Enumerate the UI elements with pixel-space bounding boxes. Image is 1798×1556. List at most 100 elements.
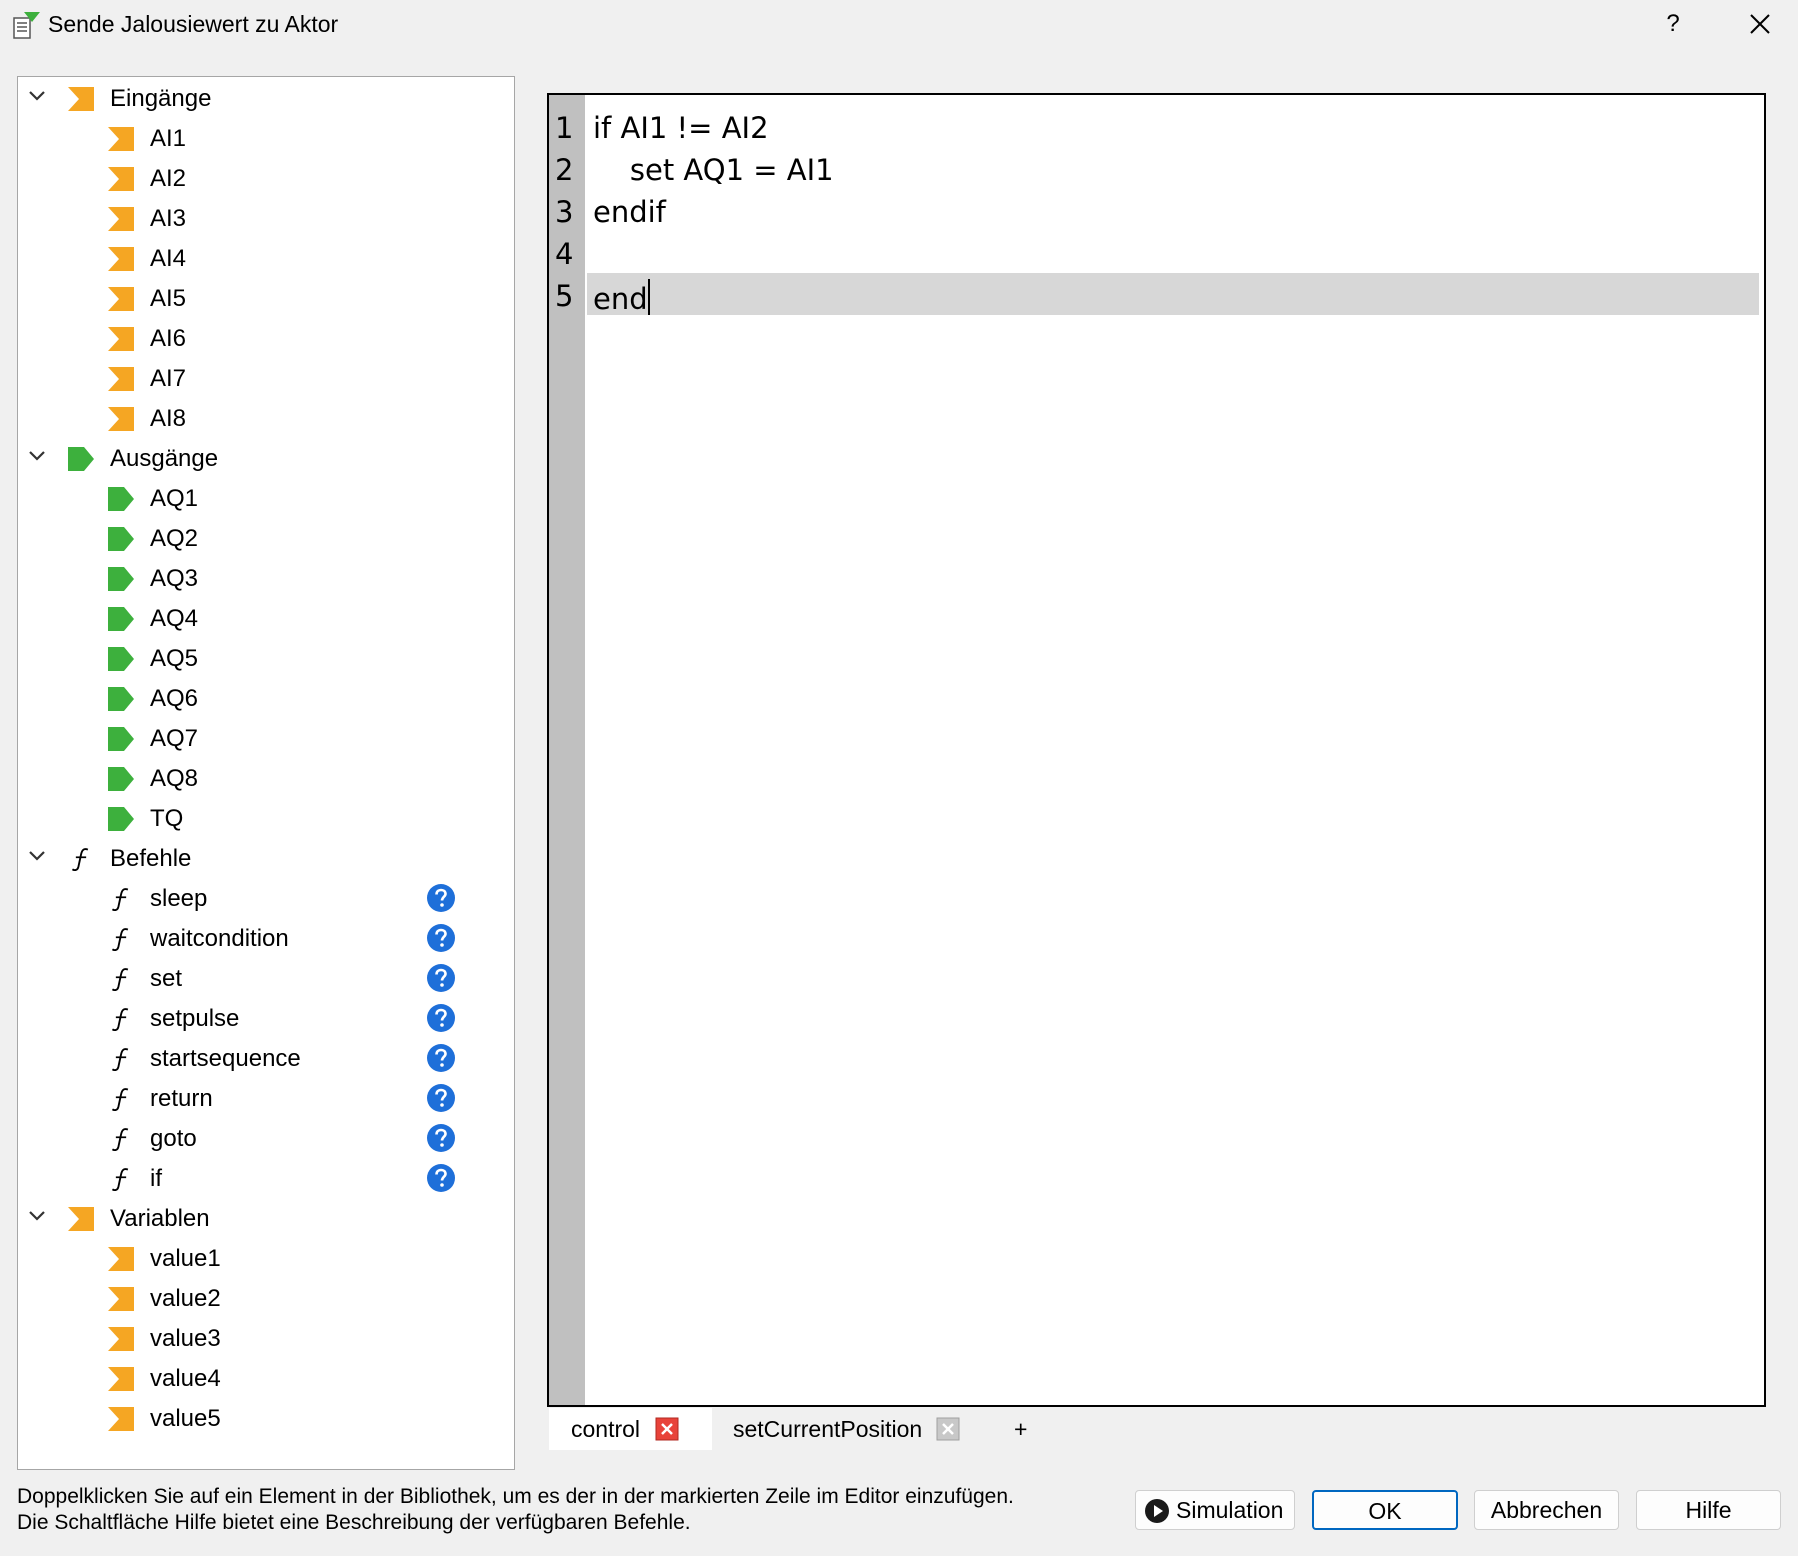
tab-label: setCurrentPosition — [733, 1416, 923, 1442]
tree-item[interactable]: goto — [18, 1119, 508, 1157]
tree-item-label: if — [150, 1165, 162, 1192]
help-circle-icon[interactable] — [426, 1083, 456, 1113]
tree-item[interactable]: AQ6 — [18, 679, 508, 717]
help-button[interactable]: Hilfe — [1636, 1490, 1781, 1530]
output-icon — [108, 527, 134, 551]
line-number: 4 — [555, 237, 574, 271]
tree-group-inputs[interactable]: Eingänge — [18, 79, 508, 117]
tree-item[interactable]: value1 — [18, 1239, 508, 1277]
tree-item-label: goto — [150, 1125, 197, 1152]
help-circle-icon[interactable] — [426, 1123, 456, 1153]
tree-item[interactable]: value3 — [18, 1319, 508, 1357]
function-icon — [111, 888, 129, 911]
code-text-content: set AQ1 = AI1 — [593, 153, 834, 187]
tree-item[interactable]: AQ4 — [18, 599, 508, 637]
tree-group-commands[interactable]: Befehle — [18, 839, 508, 877]
script-app-icon — [13, 12, 40, 39]
help-circle-icon[interactable] — [426, 963, 456, 993]
simulation-button[interactable]: Simulation — [1135, 1490, 1295, 1530]
chevron-down-icon[interactable] — [26, 85, 48, 107]
hint-line-2: Die Schaltfläche Hilfe bietet eine Besch… — [17, 1511, 691, 1534]
code-text: if AI1 != AI2 — [593, 111, 769, 145]
tree-item[interactable]: AI3 — [18, 199, 508, 237]
help-circle-icon[interactable] — [426, 1003, 456, 1033]
tree-item-label: return — [150, 1085, 213, 1112]
tree-item[interactable]: AI4 — [18, 239, 508, 277]
tree-item[interactable]: AQ5 — [18, 639, 508, 677]
help-circle-icon[interactable] — [426, 883, 456, 913]
tree-item[interactable]: set — [18, 959, 508, 997]
window-help-button[interactable]: ? — [1653, 6, 1693, 42]
tab-close-icon[interactable] — [936, 1417, 960, 1441]
input-icon — [108, 287, 134, 311]
tree-item[interactable]: AQ8 — [18, 759, 508, 797]
tree-item-label: AI2 — [150, 165, 187, 192]
tree-item[interactable]: AQ7 — [18, 719, 508, 757]
input-icon — [108, 127, 134, 151]
code-line[interactable]: 4 — [549, 233, 1764, 275]
tree-item[interactable]: waitcondition — [18, 919, 508, 957]
tree-item[interactable]: AQ3 — [18, 559, 508, 597]
code-line[interactable]: 1 if AI1 != AI2 — [549, 107, 1764, 149]
tree-item[interactable]: startsequence — [18, 1039, 508, 1077]
tab-close-icon[interactable] — [655, 1417, 679, 1441]
variable-icon — [68, 1207, 94, 1231]
tree-item[interactable]: sleep — [18, 879, 508, 917]
output-icon — [108, 567, 134, 591]
tab-control[interactable]: control — [549, 1408, 712, 1450]
tree-item[interactable]: AI6 — [18, 319, 508, 357]
tree-item[interactable]: AI1 — [18, 119, 508, 157]
tree-item[interactable]: value2 — [18, 1279, 508, 1317]
output-icon — [108, 647, 134, 671]
tab-label: control — [571, 1416, 641, 1442]
tree-item-label: value5 — [150, 1405, 221, 1432]
code-editor[interactable]: 1 if AI1 != AI2 2 set AQ1 = AI1 3 endif 4 5 end — [547, 93, 1766, 1407]
tree-item[interactable]: AI7 — [18, 359, 508, 397]
input-icon — [108, 367, 134, 391]
output-icon — [108, 727, 134, 751]
tab-setcurrentposition[interactable]: setCurrentPosition — [714, 1408, 988, 1450]
chevron-down-icon[interactable] — [26, 1205, 48, 1227]
tree-item[interactable]: AI8 — [18, 399, 508, 437]
tree-item[interactable]: TQ — [18, 799, 508, 837]
code-text: end — [593, 279, 650, 316]
ok-button[interactable]: OK — [1312, 1490, 1458, 1530]
help-circle-icon[interactable] — [426, 1163, 456, 1193]
tree-item-label: AQ4 — [150, 605, 199, 632]
tree-item[interactable]: AQ1 — [18, 479, 508, 517]
tree-item[interactable]: setpulse — [18, 999, 508, 1037]
tree-item[interactable]: AI5 — [18, 279, 508, 317]
line-number: 2 — [555, 153, 574, 187]
add-tab-button[interactable]: + — [990, 1408, 1052, 1450]
hint-line-1: Doppelklicken Sie auf ein Element in der… — [17, 1485, 1014, 1508]
tree-item-label: AI6 — [150, 325, 187, 352]
tree-item[interactable]: return — [18, 1079, 508, 1117]
tree-group-variables[interactable]: Variablen — [18, 1199, 508, 1237]
tree-item-label: setpulse — [150, 1005, 240, 1032]
output-icon — [108, 807, 134, 831]
library-tree[interactable]: Eingänge AI1 AI2 AI3 AI4 AI5 AI6 AI7 AI8 Ausgänge… — [17, 76, 515, 1470]
tree-item[interactable]: value4 — [18, 1359, 508, 1397]
variable-icon — [108, 1367, 134, 1391]
tree-item[interactable]: AQ2 — [18, 519, 508, 557]
code-line[interactable]: 5 end — [549, 275, 1764, 317]
function-icon — [111, 1048, 129, 1071]
line-number: 5 — [555, 279, 574, 313]
code-line[interactable]: 3 endif — [549, 191, 1764, 233]
tree-item[interactable]: value5 — [18, 1399, 508, 1437]
cancel-button[interactable]: Abbrechen — [1474, 1490, 1619, 1530]
tree-item-label: waitcondition — [150, 925, 289, 952]
tree-group-outputs[interactable]: Ausgänge — [18, 439, 508, 477]
help-circle-icon[interactable] — [426, 923, 456, 953]
tree-group-label: Ausgänge — [110, 445, 219, 472]
tree-item-label: AQ1 — [150, 485, 199, 512]
tree-item[interactable]: if — [18, 1159, 508, 1197]
tree-item[interactable]: AI2 — [18, 159, 508, 197]
close-icon[interactable] — [1740, 6, 1780, 42]
chevron-down-icon[interactable] — [26, 445, 48, 467]
chevron-down-icon[interactable] — [26, 845, 48, 867]
tree-item-label: AI7 — [150, 365, 187, 392]
code-line[interactable]: 2 set AQ1 = AI1 — [549, 149, 1764, 191]
help-circle-icon[interactable] — [426, 1043, 456, 1073]
tree-item-label: value1 — [150, 1245, 221, 1272]
